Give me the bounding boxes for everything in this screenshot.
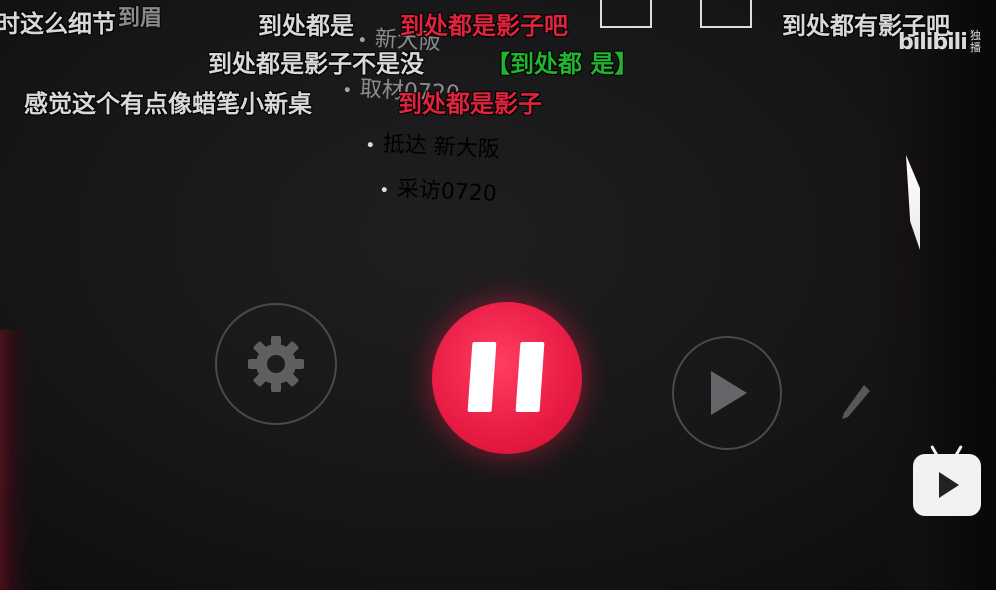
bullet-icon (367, 141, 373, 147)
danmaku-comment: 到处都是影子吧 (400, 12, 568, 40)
danmaku-comment: 到处都是影子 (398, 90, 542, 118)
video-frame: 新大阪 取材0720 抵达 新大阪 采访0720 时这么细节 到处都是 到处都是… (0, 0, 996, 590)
pencil-icon (842, 385, 870, 419)
danmaku-comment: 到眉 (118, 6, 163, 31)
bullet-icon (344, 86, 350, 92)
menu-item: 采访0720 (381, 170, 498, 208)
pause-icon (467, 342, 497, 412)
bilibili-tv-play-icon[interactable] (913, 445, 981, 516)
danmaku-comment: 到处都是 (258, 12, 354, 40)
pause-button[interactable] (432, 302, 582, 454)
pause-icon-bar (515, 342, 545, 412)
gear-icon (248, 336, 304, 392)
play-icon (711, 371, 747, 415)
danmaku-comment: 时这么细节 (0, 10, 116, 38)
danmaku-comment: 到处都是影子不是没 (208, 50, 424, 78)
danmaku-comment: 【到处都 是】 (486, 50, 639, 78)
bullet-icon (381, 186, 387, 192)
top-frame-box-right (700, 0, 752, 28)
play-button[interactable] (672, 336, 782, 450)
left-edge-glow (0, 330, 30, 590)
bilibili-logo: bilibili (898, 30, 968, 55)
bullet-icon (359, 36, 365, 42)
menu-item: 抵达 新大阪 (367, 125, 500, 164)
exclusive-badge: 独播 (970, 29, 981, 54)
edit-button[interactable] (838, 383, 872, 427)
danmaku-comment: 感觉这个有点像蜡笔小新桌 (24, 90, 312, 118)
settings-button[interactable] (215, 303, 337, 425)
top-frame-box-left (600, 0, 652, 28)
tv-play-glyph (939, 472, 959, 498)
